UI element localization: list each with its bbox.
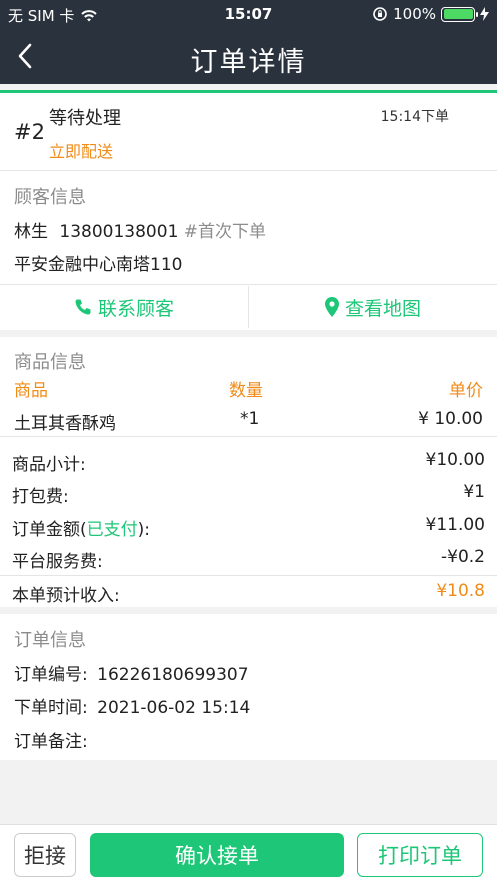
status-right: 100% (372, 5, 489, 23)
order-note-line: 订单备注: (14, 727, 88, 752)
order-amount-value: ¥11.00 (425, 515, 485, 535)
order-number-value: 16226180699307 (97, 665, 249, 685)
goods-header-price: 单价 (449, 381, 483, 401)
goods-header-qty: 数量 (229, 381, 263, 401)
packing-fee-value: ¥1 (463, 482, 485, 502)
subtotal-value: ¥10.00 (425, 450, 485, 470)
charging-icon (480, 7, 489, 21)
order-time-line: 下单时间: 2021-06-02 15:14 (14, 693, 250, 718)
contact-customer-button[interactable]: 联系顾客 (0, 286, 248, 328)
service-fee-label: 平台服务费: (12, 552, 103, 572)
order-amount-label-prefix: 订单金额( (12, 520, 87, 540)
orientation-lock-icon (373, 7, 387, 21)
customer-contact-line: 林生 13800138001 #首次下单 (14, 217, 266, 242)
service-fee-row: 平台服务费: -¥0.2 (12, 547, 485, 572)
order-number: #2 (14, 120, 45, 144)
goods-item-name: 土耳其香酥鸡 (14, 414, 116, 434)
nav-bar: 订单详情 (0, 28, 497, 84)
order-amount-label-suffix: ): (137, 520, 151, 540)
order-info-section-title: 订单信息 (14, 630, 86, 651)
income-value: ¥10.8 (436, 581, 485, 601)
reject-button[interactable]: 拒接 (14, 833, 76, 877)
divider (0, 170, 497, 171)
goods-item-qty: *1 (240, 409, 260, 429)
customer-name: 林生 (14, 222, 48, 242)
goods-item-price: ¥ 10.00 (418, 409, 483, 429)
order-time: 15:14下单 (380, 109, 449, 125)
goods-section-title: 商品信息 (14, 352, 86, 373)
income-row: 本单预计收入: ¥10.8 (12, 581, 485, 606)
order-time-value: 2021-06-02 15:14 (97, 698, 251, 718)
battery-fill (443, 9, 473, 19)
paid-status: 已支付 (86, 520, 138, 540)
order-accent-line (0, 90, 497, 93)
subtotal-label: 商品小计: (12, 455, 86, 475)
order-status: 等待处理 (49, 108, 121, 129)
order-number-label: 订单编号: (14, 665, 88, 685)
divider (0, 436, 497, 437)
customer-section-title: 顾客信息 (14, 187, 86, 208)
contact-customer-label: 联系顾客 (97, 297, 174, 320)
customer-tag: #首次下单 (183, 222, 267, 242)
order-note-label: 订单备注: (14, 732, 88, 752)
battery-percent: 100% (393, 5, 436, 23)
divider (0, 575, 497, 576)
phone-icon (75, 299, 91, 315)
subtotal-row: 商品小计: ¥10.00 (12, 450, 485, 475)
delivery-type: 立即配送 (49, 142, 114, 161)
income-label: 本单预计收入: (12, 586, 120, 606)
customer-address: 平安金融中心南塔110 (14, 255, 183, 275)
order-number-line: 订单编号: 16226180699307 (14, 660, 249, 685)
bottom-action-bar: 拒接 确认接单 打印订单 (0, 824, 497, 883)
service-fee-value: -¥0.2 (441, 547, 485, 567)
packing-fee-label: 打包费: (12, 487, 69, 507)
location-pin-icon (324, 297, 339, 317)
customer-phone: 13800138001 (59, 222, 179, 242)
goods-header-name: 商品 (14, 381, 48, 401)
print-order-button[interactable]: 打印订单 (357, 833, 483, 877)
status-bar: 无 SIM 卡 15:07 100% (0, 0, 497, 28)
order-amount-label: 订单金额(已支付): (12, 515, 150, 540)
battery-icon (441, 6, 478, 22)
confirm-order-button[interactable]: 确认接单 (90, 833, 344, 877)
order-time-label: 下单时间: (14, 698, 88, 718)
view-map-label: 查看地图 (344, 297, 421, 320)
packing-fee-row: 打包费: ¥1 (12, 482, 485, 507)
view-map-button[interactable]: 查看地图 (249, 286, 497, 328)
divider (0, 284, 497, 285)
order-amount-row: 订单金额(已支付): ¥11.00 (12, 515, 485, 540)
page-title: 订单详情 (190, 47, 307, 78)
